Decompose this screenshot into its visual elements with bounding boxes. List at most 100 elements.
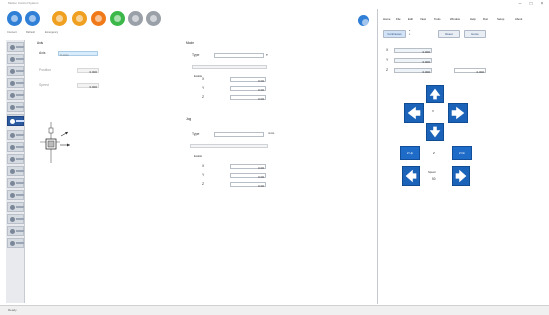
z-down-button[interactable]: Z Dn [452,146,472,160]
sidebar-item-17[interactable] [7,238,24,248]
jog-y-field[interactable]: 0.00 [230,173,266,179]
speed-value: 50 [432,177,436,181]
maximize-icon[interactable]: □ [527,1,535,7]
menu-item-file[interactable]: File [396,18,401,21]
status-bar: Ready [0,305,549,315]
axis-z-extra-field[interactable]: 0.000 [454,68,486,74]
sidebar-item-11[interactable] [7,166,24,176]
sidebar-item-0[interactable] [7,42,24,52]
sidebar-item-14[interactable] [7,202,24,212]
run-icon[interactable] [110,11,125,26]
jog-z-field[interactable]: 0.00 [230,182,266,188]
sidebar-item-5[interactable] [7,102,24,112]
sidebar-item-10[interactable] [7,154,24,164]
continuous-mode-button[interactable]: Continuous [383,30,406,38]
mode-y-field[interactable]: 0.00 [230,86,266,92]
sidebar-item-4[interactable] [7,90,24,100]
mode-checkbox-label[interactable]: Enable [194,75,202,79]
axis-x-readout: 0.000 [394,48,432,54]
jog-x-minus-button[interactable] [404,103,424,123]
tools-icon[interactable] [146,11,161,26]
status-text: Ready [8,308,17,312]
sidebar-item-icon [10,205,15,210]
sidebar-item-2[interactable] [7,66,24,76]
sidebar-item-label [16,194,24,196]
axis-z-readout: 0.000 [394,68,432,74]
toolbar-label-emergency: Emergency [45,31,59,34]
z-label: Z [433,151,435,155]
mode-z-field[interactable]: 0.00 [230,95,266,101]
connect-icon[interactable] [7,11,22,26]
jog-x-plus-button[interactable] [448,103,468,123]
sidebar-item-16[interactable] [7,226,24,236]
window-title: Motion Control System [8,1,39,5]
start-icon[interactable] [52,11,67,26]
sidebar-item-9[interactable] [7,142,24,152]
sidebar-item-label [16,106,24,108]
close-icon[interactable]: × [538,1,546,7]
menu-item-about[interactable]: About [515,18,522,21]
stop-icon[interactable] [91,11,106,26]
mode-panel: Mode Type ▾ Enable X 0.00 Y 0.00 Z 0.00 [180,40,375,124]
sidebar-item-label [16,242,24,244]
jog-type-select[interactable] [214,132,264,137]
jog-y-minus-button[interactable] [426,123,444,141]
sidebar-item-1[interactable] [7,54,24,64]
jog-option-bar[interactable] [190,144,268,148]
jog-x-field[interactable]: 0.00 [230,164,266,170]
minimize-icon[interactable]: – [516,1,524,7]
sidebar-item-icon [10,229,15,234]
sidebar-item-icon [10,93,15,98]
speed-increase-button[interactable] [452,166,470,186]
arrow-left-icon [405,169,417,183]
mode-type-select[interactable] [214,53,264,58]
menu-item-window[interactable]: Window [450,18,460,21]
sidebar-item-label [16,182,24,184]
menu-item-view[interactable]: View [420,18,426,21]
axis-section-title: Axis [37,41,44,45]
refresh-icon[interactable] [25,11,40,26]
chevron-down-icon[interactable]: ▾ [266,53,268,57]
chevron-down-icon[interactable]: ▾ [409,33,410,36]
sidebar-item-icon [10,45,15,50]
mode-option-bar[interactable] [192,65,267,69]
speed-label: Speed [428,171,436,174]
menu-item-help[interactable]: Help [470,18,476,21]
sidebar-item-12[interactable] [7,178,24,188]
title-bar: Motion Control System – □ × [0,0,549,9]
reset-button[interactable]: Reset [438,30,460,38]
mode-x-field[interactable]: 0.00 [230,77,266,83]
jog-x-label: X [202,164,205,168]
z-up-button[interactable]: Z Up [400,146,420,160]
menu-item-home[interactable]: Home [383,18,390,21]
sidebar-item-7[interactable] [7,116,24,126]
home-button[interactable]: Home [464,30,486,38]
help-icon[interactable] [358,15,369,26]
jog-checkbox-label[interactable]: Enable [194,155,202,159]
menu-item-run[interactable]: Run [483,18,488,21]
sidebar-item-8[interactable] [7,130,24,140]
sidebar-item-icon [10,241,15,246]
axis-y-readout: 0.000 [394,58,432,64]
sidebar-item-3[interactable] [7,78,24,88]
pause-icon[interactable] [72,11,87,26]
jog-type-label: Type [192,132,200,136]
menu-item-tools[interactable]: Tools [434,18,441,21]
sidebar-item-icon [10,105,15,110]
settings-icon[interactable] [128,11,143,26]
sidebar-item-icon [10,119,15,124]
axis-diagram-icon [40,122,70,163]
sidebar-item-15[interactable] [7,214,24,224]
jog-control-panel: Home File Edit View Tools Window Help Ru… [377,9,549,304]
axis-select[interactable]: X-Axis [58,51,98,57]
jog-y-plus-button[interactable] [426,85,444,103]
sidebar-item-label [16,158,24,160]
arrow-right-icon [455,169,467,183]
toolbar-label-connect: Connect [7,31,17,34]
speed-decrease-button[interactable] [402,166,420,186]
menu-item-setup[interactable]: Setup [497,18,504,21]
sidebar-item-13[interactable] [7,190,24,200]
sidebar-item-label [16,46,24,48]
axis-row-label: Axis [39,51,46,55]
menu-item-edit[interactable]: Edit [408,18,413,21]
